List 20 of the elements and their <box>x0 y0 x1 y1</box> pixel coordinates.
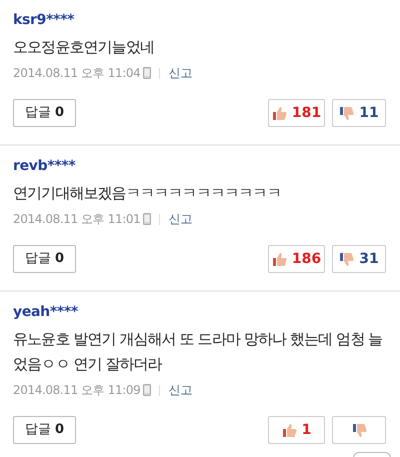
reply-button[interactable]: 답글 0 <box>13 245 76 273</box>
dislike-button[interactable]: 11 <box>332 99 386 127</box>
comment-text: 오오정윤호연기늘었네 <box>13 37 156 58</box>
timestamp: 2014.08.11 오후 11:09 <box>13 382 140 399</box>
username[interactable]: yeah**** <box>13 302 386 322</box>
reply-button[interactable]: 답글 0 <box>13 99 76 127</box>
timestamp: 2014.08.11 오후 11:01 <box>13 211 140 228</box>
report-link[interactable]: 신고 <box>168 210 192 228</box>
username[interactable]: revb**** <box>13 156 386 176</box>
timestamp: 2014.08.11 오후 11:04 <box>13 65 140 82</box>
dislike-button[interactable]: 31 <box>332 245 386 273</box>
report-link[interactable]: 신고 <box>168 381 192 399</box>
like-button[interactable]: 1 <box>268 416 325 444</box>
like-button[interactable]: 181 <box>268 99 325 127</box>
like-button[interactable]: 186 <box>268 245 325 273</box>
reply-button[interactable]: 답글 0 <box>13 416 76 444</box>
report-link[interactable]: 신고 <box>168 64 192 82</box>
comment-text: 유노윤호 발연기 개심해서 또 드라마 망하나 했는데 엄청 늘었음ㅇㅇ 연기 잘하더라 <box>13 329 384 375</box>
username[interactable]: ksr9**** <box>13 10 386 30</box>
comment-text: 연기기대해보겠음ㅋㅋㅋㅋㅋㅋㅋㅋㅋㅋㅋ <box>13 183 282 204</box>
